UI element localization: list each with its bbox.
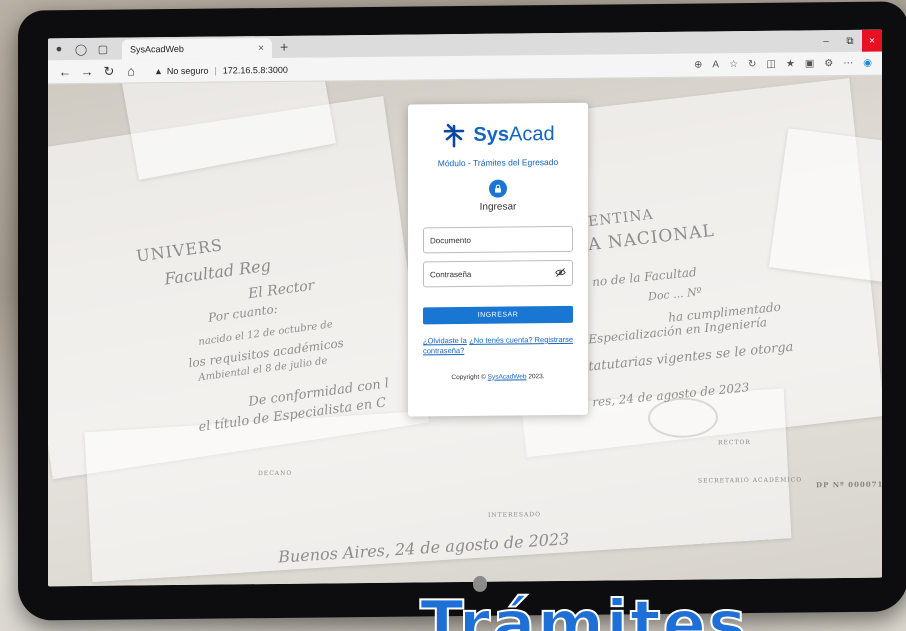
- url-separator: |: [214, 65, 217, 76]
- eye-slash-icon[interactable]: [555, 267, 566, 278]
- copyright-footer: Copyright © SysAcadWeb 2023.: [451, 373, 544, 381]
- copilot-icon[interactable]: ◉: [863, 58, 872, 69]
- login-submit-button[interactable]: INGRESAR: [423, 305, 573, 325]
- refresh-extension-icon[interactable]: ↻: [748, 59, 756, 70]
- url-text: 172.16.5.8:3000: [222, 64, 288, 76]
- brand-logo: SysAcad: [441, 121, 555, 148]
- forgot-password-link[interactable]: ¿Olvidaste la contraseña?: [423, 336, 467, 356]
- tab-close-icon[interactable]: ×: [258, 43, 264, 54]
- bg-secretario-label: SECRETARIO ACADÉMICO: [698, 476, 803, 485]
- home-icon[interactable]: ⌂: [120, 63, 142, 78]
- copyright-prefix: Copyright ©: [451, 373, 486, 381]
- browser-toolbar: ⊕ A ☆ ↻ ◫ ★ ▣ ⚙ ⋯ ◉: [694, 58, 876, 71]
- favorites-bar-icon[interactable]: ★: [786, 59, 795, 70]
- copyright-year: 2023.: [528, 372, 545, 380]
- more-options-icon[interactable]: ⋯: [843, 58, 853, 69]
- split-screen-icon[interactable]: ◫: [766, 59, 775, 70]
- brand-name: SysAcad: [473, 123, 554, 147]
- window-controls: – ⧉ ×: [814, 29, 882, 53]
- copyright-link[interactable]: SysAcadWeb: [488, 373, 527, 380]
- password-input[interactable]: [430, 268, 555, 279]
- login-card: SysAcad Módulo - Trámites del Egresado I…: [408, 102, 588, 417]
- minimize-button[interactable]: –: [814, 30, 838, 52]
- monitor: ● ◯ ▢ SysAcadWeb × + – ⧉ × ← → ↻ ⌂ ▲ No …: [18, 1, 906, 621]
- warning-triangle-icon[interactable]: ▲: [154, 66, 163, 76]
- paper-right-edge: [768, 128, 882, 284]
- account-links: ¿Olvidaste la contraseña? ¿No tenés cuen…: [423, 335, 573, 356]
- extensions-icon[interactable]: ⚙: [824, 58, 833, 69]
- bg-rector-label: RECTOR: [718, 438, 751, 447]
- tab-title: SysAcadWeb: [130, 43, 184, 55]
- bg-decano-label: DECANO: [258, 469, 293, 478]
- close-window-button[interactable]: ×: [862, 29, 882, 52]
- document-input[interactable]: [430, 234, 566, 245]
- document-field[interactable]: [423, 225, 573, 254]
- sysacad-logo-icon: [444, 123, 465, 148]
- login-title: Ingresar: [479, 201, 517, 213]
- brand-name-bold: Sys: [473, 123, 509, 146]
- lock-icon: [489, 179, 507, 198]
- tab-sysacadweb[interactable]: SysAcadWeb ×: [122, 38, 272, 60]
- url-field[interactable]: ▲ No seguro | 172.16.5.8:3000: [148, 56, 694, 80]
- refresh-icon[interactable]: ↻: [98, 63, 120, 79]
- security-label: No seguro: [166, 65, 209, 76]
- new-tab-button[interactable]: +: [280, 39, 288, 55]
- back-arrow-icon[interactable]: ←: [54, 64, 76, 79]
- restore-button[interactable]: ⧉: [838, 30, 862, 52]
- read-aloud-icon[interactable]: A: [712, 59, 719, 70]
- tab-actions-icon[interactable]: ▢: [92, 38, 114, 60]
- promo-headline: Trámites: [419, 587, 749, 631]
- bg-dp-label: DP Nº 000071: [816, 479, 882, 490]
- login-page: UNIVERS ENTINA A NACIONAL Facultad Reg E…: [48, 75, 882, 587]
- password-field[interactable]: [423, 259, 573, 288]
- bg-interesado-label: INTERESADO: [488, 511, 542, 519]
- module-subtitle: Módulo - Trámites del Egresado: [437, 157, 559, 169]
- favorite-star-icon[interactable]: ☆: [729, 59, 738, 70]
- register-link[interactable]: ¿No tenés cuenta? Registrarse: [469, 335, 573, 356]
- zoom-icon[interactable]: ⊕: [694, 59, 702, 70]
- profile-icon[interactable]: ●: [48, 38, 70, 60]
- collections-icon[interactable]: ◯: [70, 38, 92, 60]
- forward-arrow-icon[interactable]: →: [76, 64, 98, 79]
- collections-toolbar-icon[interactable]: ▣: [805, 58, 814, 69]
- brand-name-light: Acad: [509, 122, 555, 146]
- browser-window: ● ◯ ▢ SysAcadWeb × + – ⧉ × ← → ↻ ⌂ ▲ No …: [48, 29, 882, 587]
